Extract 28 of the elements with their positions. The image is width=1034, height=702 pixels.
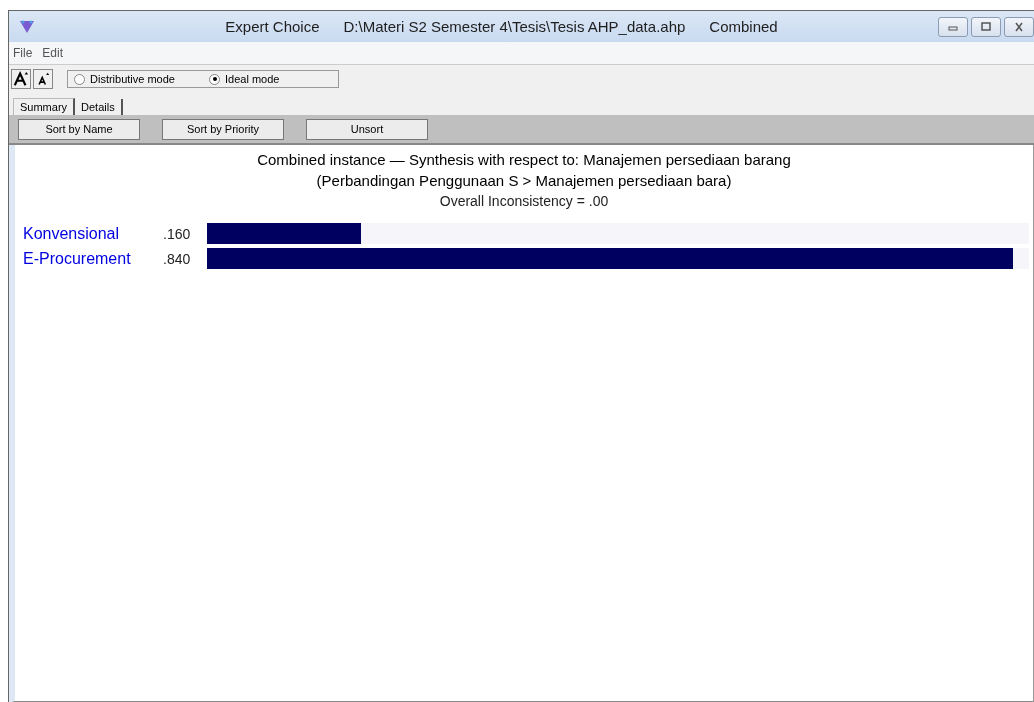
menu-item[interactable]: Edit [42, 46, 64, 60]
radio-button[interactable] [209, 73, 220, 85]
font-larger-button[interactable] [11, 69, 31, 89]
sort-button[interactable]: Sort by Priority [162, 118, 284, 140]
menu-item[interactable]: File [13, 46, 33, 60]
mode-label[interactable]: Distributive mode [90, 73, 175, 85]
alternative-name: Konvensional [23, 224, 121, 243]
window-title: Expert Choice [225, 18, 320, 35]
alternative-name: E-Procurement [23, 249, 132, 268]
sort-button[interactable]: Unsort [306, 118, 428, 140]
priority-value: .840 [163, 250, 192, 267]
close-icon [1013, 21, 1025, 32]
mode-label[interactable]: Ideal mode [225, 73, 280, 85]
priority-value: .160 [163, 225, 192, 242]
sort-button[interactable]: Sort by Name [18, 118, 140, 140]
font-smaller-button[interactable] [33, 69, 53, 89]
window-title: Combined [709, 18, 778, 35]
synthesis-title: Combined instance — Synthesis with respect to: Manajemen persediaan barang [257, 151, 791, 168]
tab[interactable]: Summary [13, 98, 76, 115]
synthesis-subtitle: (Perbandingan Penggunaan S > Manajemen persediaan bara) [316, 172, 732, 189]
inconsistency-text: Overall Inconsistency = .00 [439, 193, 609, 209]
maximize-button[interactable] [971, 16, 1001, 37]
maximize-icon [980, 21, 992, 32]
radio-button[interactable] [74, 73, 85, 85]
close-button[interactable] [1004, 16, 1034, 37]
app-logo-icon [19, 18, 35, 35]
minimize-button[interactable] [938, 16, 968, 37]
window-title: D:\Materi S2 Semester 4\Tesis\Tesis AHP_data.ahp [343, 18, 686, 35]
